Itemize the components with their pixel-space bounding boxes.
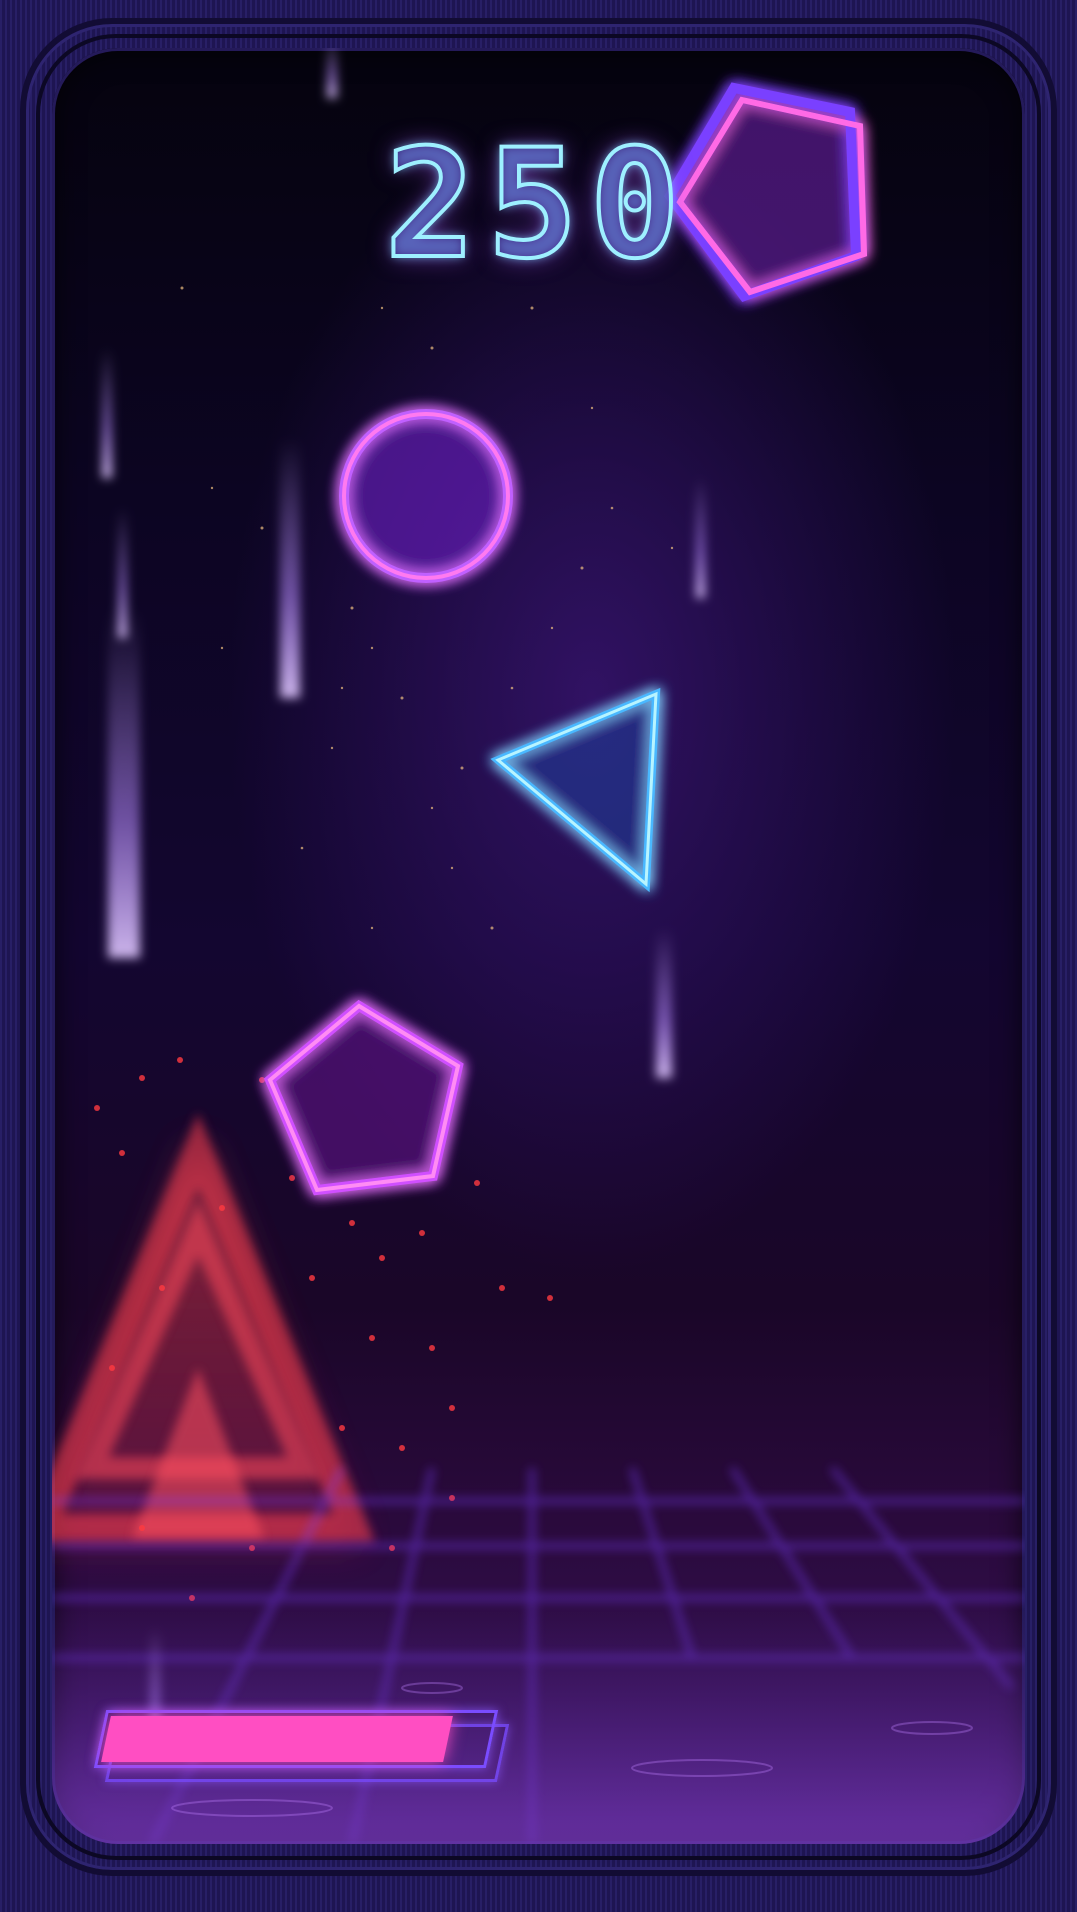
score-display: 250	[383, 118, 692, 292]
light-streak	[327, 48, 337, 98]
game-screen[interactable]: 250	[52, 48, 1025, 1844]
health-bar-fill	[101, 1716, 453, 1762]
circle-enemy	[339, 409, 513, 583]
game-scene	[52, 48, 1025, 1844]
light-streak	[656, 928, 672, 1078]
light-streak	[696, 478, 705, 598]
health-bar	[93, 1710, 510, 1782]
light-streak	[102, 348, 112, 478]
game-device: 250	[0, 0, 1077, 1912]
pentagon-enemy-bottom	[263, 999, 464, 1196]
light-streak	[108, 608, 140, 958]
light-streak	[280, 438, 300, 698]
triangle-player	[490, 687, 661, 893]
hazard-triangle	[52, 1113, 375, 1548]
